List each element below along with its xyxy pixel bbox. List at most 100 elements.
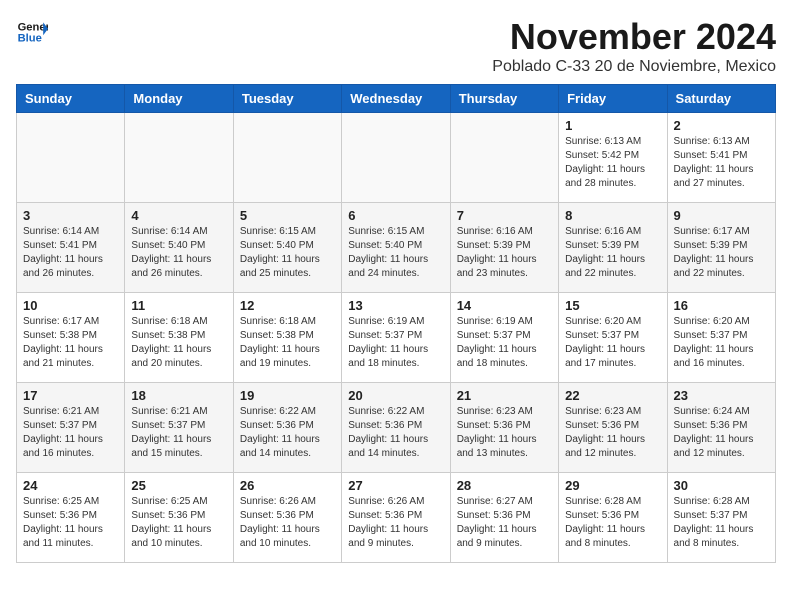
- calendar-cell: 2Sunrise: 6:13 AMSunset: 5:41 PMDaylight…: [667, 113, 775, 203]
- day-info: Sunrise: 6:22 AMSunset: 5:36 PMDaylight:…: [240, 405, 335, 461]
- day-info: Sunrise: 6:23 AMSunset: 5:36 PMDaylight:…: [565, 405, 660, 461]
- calendar-week-row: 17Sunrise: 6:21 AMSunset: 5:37 PMDayligh…: [17, 383, 776, 473]
- calendar-week-row: 3 Sunrise: 6:14 AMSunset: 5:41 PMDaylight…: [17, 203, 776, 293]
- calendar-cell: 16 Sunrise: 6:20 AMSunset: 5:37 PMDayligh…: [667, 293, 775, 383]
- day-number: 11: [131, 298, 226, 313]
- logo: General Blue: [16, 16, 48, 48]
- day-info: Sunrise: 6:17 AMSunset: 5:38 PMDaylight:…: [23, 315, 118, 371]
- day-of-week-header: Thursday: [450, 85, 558, 113]
- calendar-cell: [125, 113, 233, 203]
- day-number: 25: [131, 478, 226, 493]
- day-info: Sunrise: 6:20 AMSunset: 5:37 PMDaylight:…: [565, 315, 660, 371]
- day-number: 7: [457, 208, 552, 223]
- calendar-cell: 24Sunrise: 6:25 AMSunset: 5:36 PMDayligh…: [17, 473, 125, 563]
- calendar-cell: 28Sunrise: 6:27 AMSunset: 5:36 PMDayligh…: [450, 473, 558, 563]
- calendar-cell: 23Sunrise: 6:24 AMSunset: 5:36 PMDayligh…: [667, 383, 775, 473]
- day-info: Sunrise: 6:16 AMSunset: 5:39 PMDaylight:…: [457, 225, 552, 281]
- day-info: Sunrise: 6:19 AMSunset: 5:37 PMDaylight:…: [348, 315, 443, 371]
- day-number: 14: [457, 298, 552, 313]
- calendar-cell: 29 Sunrise: 6:28 AMSunset: 5:36 PMDayligh…: [559, 473, 667, 563]
- day-number: 27: [348, 478, 443, 493]
- calendar-cell: 13 Sunrise: 6:19 AMSunset: 5:37 PMDayligh…: [342, 293, 450, 383]
- day-number: 22: [565, 388, 660, 403]
- day-info: Sunrise: 6:28 AMSunset: 5:36 PMDaylight:…: [565, 495, 660, 551]
- day-number: 12: [240, 298, 335, 313]
- day-info: Sunrise: 6:21 AMSunset: 5:37 PMDaylight:…: [23, 405, 118, 461]
- day-info: Sunrise: 6:16 AMSunset: 5:39 PMDaylight:…: [565, 225, 660, 281]
- calendar-cell: 9 Sunrise: 6:17 AMSunset: 5:39 PMDaylight…: [667, 203, 775, 293]
- day-of-week-header: Sunday: [17, 85, 125, 113]
- svg-text:Blue: Blue: [18, 33, 42, 45]
- day-info: Sunrise: 6:15 AMSunset: 5:40 PMDaylight:…: [240, 225, 335, 281]
- title-block: November 2024 Poblado C-33 20 de Noviemb…: [492, 16, 776, 76]
- calendar-cell: 17Sunrise: 6:21 AMSunset: 5:37 PMDayligh…: [17, 383, 125, 473]
- day-info: Sunrise: 6:19 AMSunset: 5:37 PMDaylight:…: [457, 315, 552, 371]
- day-number: 21: [457, 388, 552, 403]
- day-number: 2: [674, 118, 769, 133]
- day-number: 16: [674, 298, 769, 313]
- day-number: 15: [565, 298, 660, 313]
- day-number: 23: [674, 388, 769, 403]
- day-of-week-header: Saturday: [667, 85, 775, 113]
- day-info: Sunrise: 6:26 AMSunset: 5:36 PMDaylight:…: [348, 495, 443, 551]
- day-number: 13: [348, 298, 443, 313]
- calendar-cell: 20 Sunrise: 6:22 AMSunset: 5:36 PMDayligh…: [342, 383, 450, 473]
- day-number: 8: [565, 208, 660, 223]
- day-info: Sunrise: 6:22 AMSunset: 5:36 PMDaylight:…: [348, 405, 443, 461]
- calendar-cell: 7 Sunrise: 6:16 AMSunset: 5:39 PMDaylight…: [450, 203, 558, 293]
- day-number: 28: [457, 478, 552, 493]
- calendar-cell: 22 Sunrise: 6:23 AMSunset: 5:36 PMDayligh…: [559, 383, 667, 473]
- day-info: Sunrise: 6:17 AMSunset: 5:39 PMDaylight:…: [674, 225, 769, 281]
- calendar-cell: 19 Sunrise: 6:22 AMSunset: 5:36 PMDayligh…: [233, 383, 341, 473]
- day-info: Sunrise: 6:28 AMSunset: 5:37 PMDaylight:…: [674, 495, 769, 551]
- day-number: 19: [240, 388, 335, 403]
- calendar-cell: 26 Sunrise: 6:26 AMSunset: 5:36 PMDayligh…: [233, 473, 341, 563]
- day-number: 20: [348, 388, 443, 403]
- day-number: 29: [565, 478, 660, 493]
- day-number: 5: [240, 208, 335, 223]
- calendar-cell: [233, 113, 341, 203]
- calendar-header-row: SundayMondayTuesdayWednesdayThursdayFrid…: [17, 85, 776, 113]
- day-number: 1: [565, 118, 660, 133]
- page-header: General Blue November 2024 Poblado C-33 …: [16, 16, 776, 76]
- day-info: Sunrise: 6:15 AMSunset: 5:40 PMDaylight:…: [348, 225, 443, 281]
- day-number: 30: [674, 478, 769, 493]
- day-info: Sunrise: 6:20 AMSunset: 5:37 PMDaylight:…: [674, 315, 769, 371]
- logo-icon: General Blue: [16, 16, 48, 48]
- calendar-week-row: 10Sunrise: 6:17 AMSunset: 5:38 PMDayligh…: [17, 293, 776, 383]
- day-of-week-header: Friday: [559, 85, 667, 113]
- calendar-cell: 4 Sunrise: 6:14 AMSunset: 5:40 PMDaylight…: [125, 203, 233, 293]
- day-number: 3: [23, 208, 118, 223]
- day-number: 9: [674, 208, 769, 223]
- calendar-cell: 14 Sunrise: 6:19 AMSunset: 5:37 PMDayligh…: [450, 293, 558, 383]
- day-number: 26: [240, 478, 335, 493]
- calendar-cell: 3 Sunrise: 6:14 AMSunset: 5:41 PMDaylight…: [17, 203, 125, 293]
- calendar-cell: [450, 113, 558, 203]
- calendar-cell: 18 Sunrise: 6:21 AMSunset: 5:37 PMDayligh…: [125, 383, 233, 473]
- calendar-cell: [342, 113, 450, 203]
- day-info: Sunrise: 6:21 AMSunset: 5:37 PMDaylight:…: [131, 405, 226, 461]
- day-info: Sunrise: 6:14 AMSunset: 5:41 PMDaylight:…: [23, 225, 118, 281]
- day-info: Sunrise: 6:13 AMSunset: 5:42 PMDaylight:…: [565, 135, 660, 191]
- calendar-cell: 6 Sunrise: 6:15 AMSunset: 5:40 PMDaylight…: [342, 203, 450, 293]
- day-number: 4: [131, 208, 226, 223]
- day-of-week-header: Wednesday: [342, 85, 450, 113]
- month-title: November 2024: [492, 16, 776, 58]
- day-info: Sunrise: 6:25 AMSunset: 5:36 PMDaylight:…: [131, 495, 226, 551]
- day-info: Sunrise: 6:26 AMSunset: 5:36 PMDaylight:…: [240, 495, 335, 551]
- day-info: Sunrise: 6:23 AMSunset: 5:36 PMDaylight:…: [457, 405, 552, 461]
- calendar-cell: [17, 113, 125, 203]
- calendar-cell: 1 Sunrise: 6:13 AMSunset: 5:42 PMDaylight…: [559, 113, 667, 203]
- location-subtitle: Poblado C-33 20 de Noviembre, Mexico: [492, 58, 776, 76]
- calendar-week-row: 24Sunrise: 6:25 AMSunset: 5:36 PMDayligh…: [17, 473, 776, 563]
- day-info: Sunrise: 6:14 AMSunset: 5:40 PMDaylight:…: [131, 225, 226, 281]
- calendar-cell: 25 Sunrise: 6:25 AMSunset: 5:36 PMDayligh…: [125, 473, 233, 563]
- calendar-cell: 15 Sunrise: 6:20 AMSunset: 5:37 PMDayligh…: [559, 293, 667, 383]
- calendar-cell: 30 Sunrise: 6:28 AMSunset: 5:37 PMDayligh…: [667, 473, 775, 563]
- day-of-week-header: Tuesday: [233, 85, 341, 113]
- day-number: 6: [348, 208, 443, 223]
- day-info: Sunrise: 6:18 AMSunset: 5:38 PMDaylight:…: [131, 315, 226, 371]
- calendar-week-row: 1 Sunrise: 6:13 AMSunset: 5:42 PMDaylight…: [17, 113, 776, 203]
- day-number: 18: [131, 388, 226, 403]
- calendar-cell: 12Sunrise: 6:18 AMSunset: 5:38 PMDayligh…: [233, 293, 341, 383]
